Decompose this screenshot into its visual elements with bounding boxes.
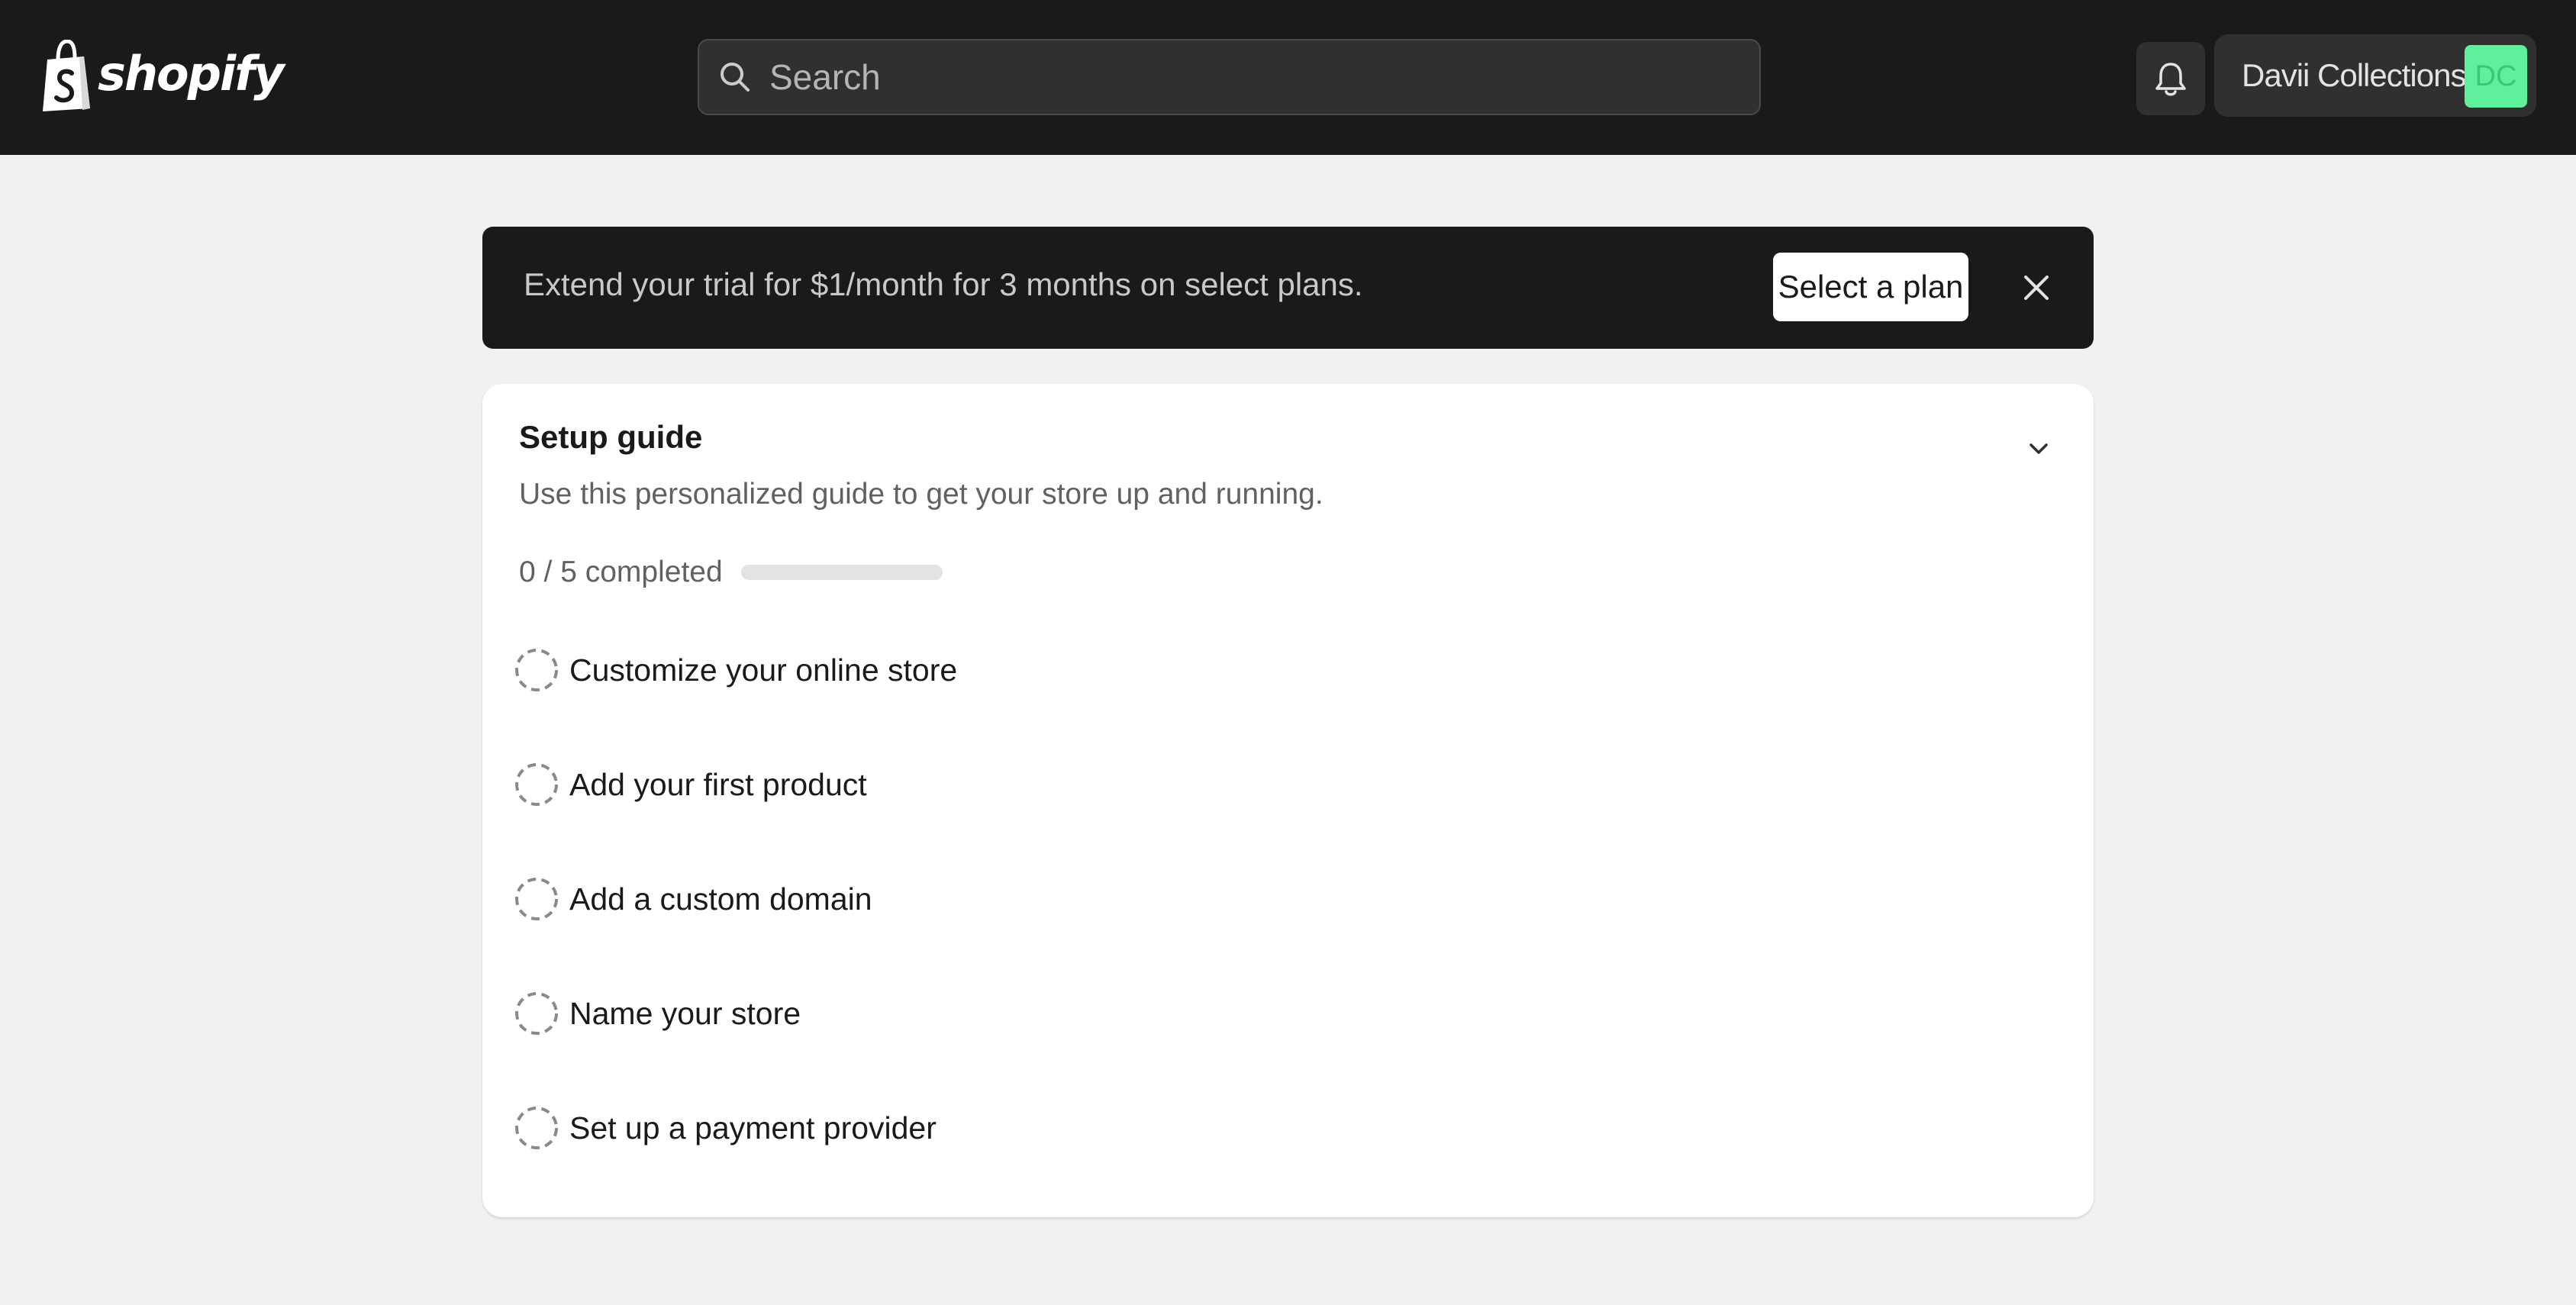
progress-bar (740, 565, 943, 580)
incomplete-circle-icon (515, 878, 558, 920)
shopify-logo[interactable]: shopify (40, 38, 285, 114)
task-label: Add your first product (569, 766, 867, 802)
top-bar: shopify Davii Collections DC (0, 0, 2576, 155)
incomplete-circle-icon (515, 992, 558, 1035)
notifications-button[interactable] (2136, 42, 2205, 115)
setup-guide-subtitle: Use this personalized guide to get your … (519, 478, 1323, 511)
avatar: DC (2465, 45, 2527, 108)
chevron-down-icon (2030, 443, 2048, 454)
incomplete-circle-icon (515, 649, 558, 691)
setup-task-custom-domain[interactable]: Add a custom domain (513, 872, 2039, 926)
setup-task-name-store[interactable]: Name your store (513, 987, 2039, 1040)
incomplete-circle-icon (515, 763, 558, 806)
setup-task-payment-provider[interactable]: Set up a payment provider (513, 1101, 2039, 1155)
search-bar[interactable] (698, 39, 1761, 115)
logo-wordmark: shopify (98, 46, 285, 102)
shopify-bag-icon (43, 40, 90, 111)
select-plan-button[interactable]: Select a plan (1773, 253, 1968, 321)
setup-task-list: Customize your online store Add your fir… (513, 643, 2039, 1216)
task-label: Customize your online store (569, 652, 958, 688)
store-name: Davii Collections (2242, 57, 2466, 93)
trial-banner: Extend your trial for $1/month for 3 mon… (482, 227, 2094, 349)
setup-task-add-product[interactable]: Add your first product (513, 758, 2039, 811)
search-input[interactable] (769, 40, 1759, 114)
collapse-setup-guide-button[interactable] (2012, 422, 2065, 475)
dismiss-banner-button[interactable] (2009, 260, 2064, 315)
progress-row: 0 / 5 completed (519, 556, 943, 589)
progress-text: 0 / 5 completed (519, 556, 723, 588)
close-icon (2024, 276, 2049, 300)
bell-icon (2155, 63, 2186, 96)
task-label: Add a custom domain (569, 881, 872, 917)
setup-task-customize-store[interactable]: Customize your online store (513, 643, 2039, 697)
search-icon (721, 63, 750, 92)
setup-guide-card: Setup guide Use this personalized guide … (482, 384, 2094, 1217)
banner-message: Extend your trial for $1/month for 3 mon… (524, 266, 1363, 302)
store-menu-button[interactable]: Davii Collections DC (2214, 34, 2536, 117)
incomplete-circle-icon (515, 1107, 558, 1149)
setup-guide-title: Setup guide (519, 419, 703, 455)
task-label: Set up a payment provider (569, 1110, 937, 1146)
task-label: Name your store (569, 995, 801, 1031)
